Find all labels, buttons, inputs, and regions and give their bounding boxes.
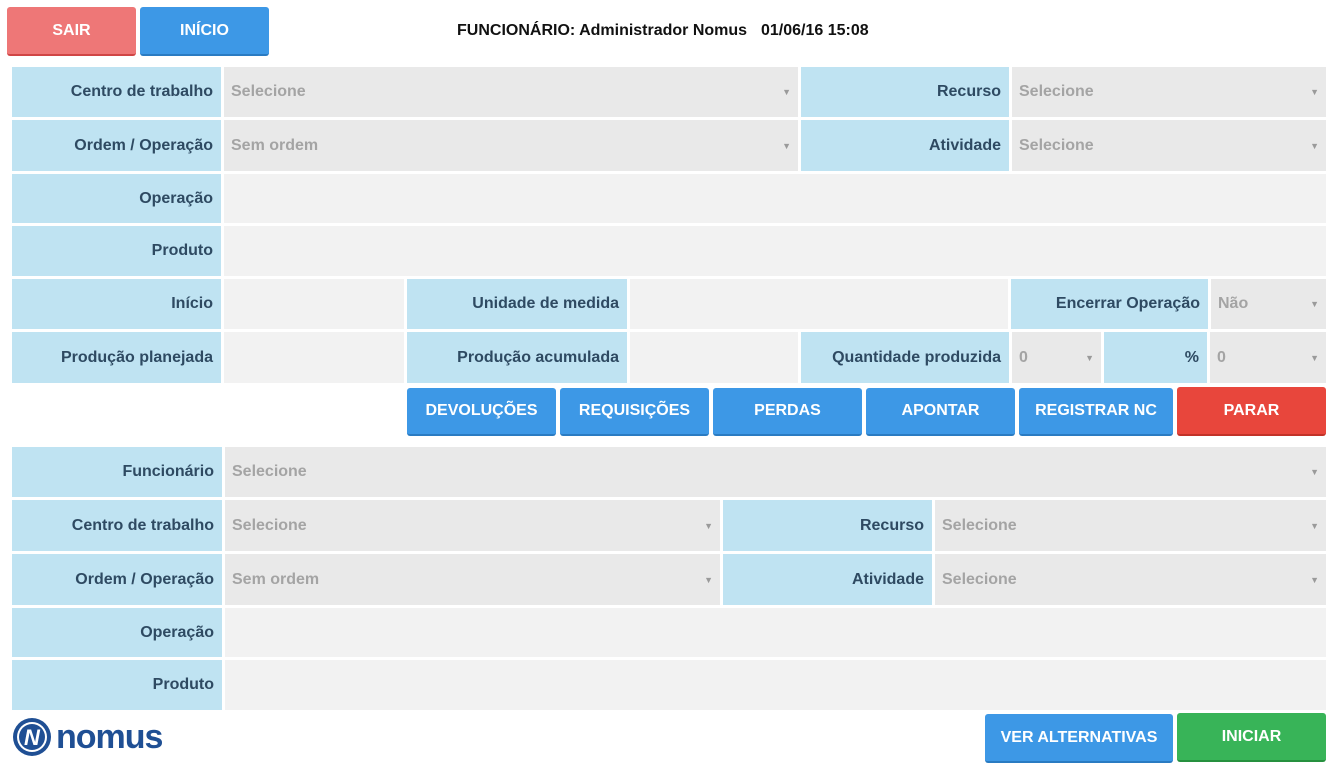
chevron-down-icon: ▼ (1310, 299, 1319, 309)
chevron-down-icon: ▼ (1310, 352, 1319, 363)
recurso-label-2: Recurso (723, 500, 932, 551)
datetime: 01/06/16 15:08 (761, 22, 869, 39)
atividade-label-2: Atividade (723, 554, 932, 605)
recurso-select[interactable]: Selecione ▼ (1012, 67, 1326, 117)
encerrar-operacao-label: Encerrar Operação (1011, 279, 1208, 329)
perdas-button[interactable]: PERDAS (713, 388, 862, 436)
chevron-down-icon: ▼ (1310, 87, 1319, 97)
sair-button[interactable]: SAIR (7, 7, 136, 56)
chevron-down-icon: ▼ (1310, 140, 1319, 151)
quantidade-produzida-select[interactable]: 0 ▼ (1012, 332, 1101, 383)
operacao-field (224, 174, 1326, 223)
chevron-down-icon: ▼ (704, 574, 713, 585)
ordem-operacao-select-2[interactable]: Sem ordem ▼ (225, 554, 720, 605)
devolucoes-button[interactable]: DEVOLUÇÕES (407, 388, 556, 436)
chevron-down-icon: ▼ (1085, 352, 1094, 363)
produto-field (224, 226, 1326, 276)
chevron-down-icon: ▼ (704, 520, 713, 531)
percent-select[interactable]: 0 ▼ (1210, 332, 1326, 383)
chevron-down-icon: ▼ (782, 87, 791, 97)
funcionario-select[interactable]: Selecione ▼ (225, 447, 1326, 497)
percent-label: % (1104, 332, 1207, 383)
encerrar-operacao-select[interactable]: Não ▼ (1211, 279, 1326, 329)
ordem-operacao-label-2: Ordem / Operação (12, 554, 222, 605)
produto-label-2: Produto (12, 660, 222, 710)
operacao-label: Operação (12, 174, 221, 223)
unidade-medida-label: Unidade de medida (407, 279, 627, 329)
recurso-select-2[interactable]: Selecione ▼ (935, 500, 1326, 551)
nomus-logo-icon: N (13, 718, 51, 756)
produto-label: Produto (12, 226, 221, 276)
produto-field-2 (225, 660, 1326, 710)
nomus-logo: N nomus (12, 716, 192, 758)
iniciar-button[interactable]: INICIAR (1177, 713, 1326, 762)
centro-trabalho-select[interactable]: Selecione ▼ (224, 67, 798, 117)
quantidade-produzida-label: Quantidade produzida (801, 332, 1009, 383)
apontar-button[interactable]: APONTAR (866, 388, 1015, 436)
atividade-select-2[interactable]: Selecione ▼ (935, 554, 1326, 605)
recurso-label: Recurso (801, 67, 1009, 117)
ordem-operacao-select[interactable]: Sem ordem ▼ (224, 120, 798, 171)
chevron-down-icon: ▼ (1310, 520, 1319, 531)
svg-text:N: N (24, 725, 41, 750)
employee-info: FUNCIONÁRIO: Administrador Nomus (457, 22, 748, 39)
centro-trabalho-label: Centro de trabalho (12, 67, 221, 117)
operacao-label-2: Operação (12, 608, 222, 657)
requisicoes-button[interactable]: REQUISIÇÕES (560, 388, 709, 436)
chevron-down-icon: ▼ (782, 140, 791, 151)
inicio-field (224, 279, 404, 329)
producao-planejada-label: Produção planejada (12, 332, 221, 383)
chevron-down-icon: ▼ (1310, 574, 1319, 585)
centro-trabalho-select-2[interactable]: Selecione ▼ (225, 500, 720, 551)
nomus-logo-text: nomus (56, 718, 163, 756)
operacao-field-2 (225, 608, 1326, 657)
producao-acumulada-field (630, 332, 798, 383)
producao-acumulada-label: Produção acumulada (407, 332, 627, 383)
producao-planejada-field (224, 332, 404, 383)
atividade-label: Atividade (801, 120, 1009, 171)
atividade-select[interactable]: Selecione ▼ (1012, 120, 1326, 171)
registrar-nc-button[interactable]: REGISTRAR NC (1019, 388, 1173, 436)
funcionario-label: Funcionário (12, 447, 222, 497)
centro-trabalho-label-2: Centro de trabalho (12, 500, 222, 551)
ver-alternativas-button[interactable]: VER ALTERNATIVAS (985, 714, 1173, 763)
inicio-button[interactable]: INÍCIO (140, 7, 269, 56)
chevron-down-icon: ▼ (1310, 467, 1319, 477)
inicio-label: Início (12, 279, 221, 329)
unidade-medida-field (630, 279, 1008, 329)
parar-button[interactable]: PARAR (1177, 387, 1326, 436)
ordem-operacao-label: Ordem / Operação (12, 120, 221, 171)
